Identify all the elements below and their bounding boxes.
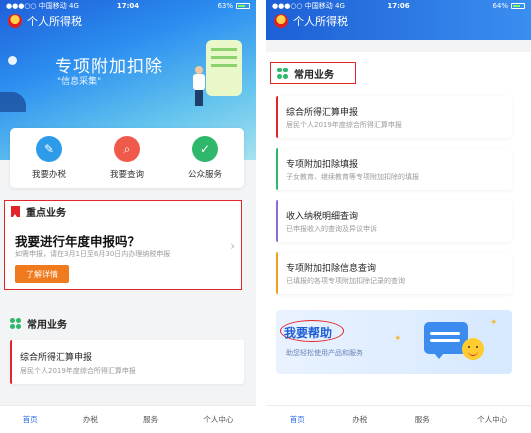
- business-item-title: 收入纳税明细查询: [286, 212, 359, 222]
- left-phone-screen: 专项附加扣除 "信息采集" ●●●○○ 中国移动 4G 17:04 63% 个人…: [0, 0, 256, 433]
- key-business-heading: 重点业务: [26, 208, 66, 219]
- tab-2[interactable]: 办税: [83, 414, 98, 425]
- person-illustration-icon: [192, 66, 206, 106]
- quick-action-label: 我要办税: [31, 170, 66, 180]
- business-item[interactable]: 综合所得汇算申报居民个人2019年度综合所得汇算申报: [10, 340, 244, 384]
- decor-dot: [8, 56, 17, 65]
- business-item-subtitle: 已申报收入的查询及异议申诉: [286, 225, 377, 233]
- tax-emblem-icon: [8, 14, 22, 28]
- tab-1[interactable]: 首页: [23, 414, 38, 425]
- status-time: 17:06: [387, 1, 410, 10]
- hero-subtitle: "信息采集": [57, 77, 102, 87]
- tab-1[interactable]: 首页: [290, 414, 305, 425]
- right-phone-screen: ●●●○○ 中国移动 4G 17:06 64% 个人所得税 常用业务 综合所得汇…: [266, 0, 531, 433]
- accent-bar: [276, 252, 278, 294]
- tab-4[interactable]: 个人中心: [203, 414, 233, 425]
- annual-filing-question: 我要进行年度申报吗？: [15, 234, 141, 249]
- help-banner[interactable]: 我要帮助 助您轻松使用产品和服务 ✦ ✦: [276, 310, 512, 374]
- help-title: 我要帮助: [284, 326, 333, 340]
- accent-bar: [276, 148, 278, 190]
- business-item[interactable]: 专项附加扣除填报子女教育、继续教育等专项附加扣除的填报: [276, 148, 512, 190]
- business-item-title: 综合所得汇算申报: [20, 353, 93, 363]
- status-bar: ●●●○○ 中国移动 4G 17:04 63%: [0, 0, 256, 11]
- common-business-heading-label: 常用业务: [294, 69, 334, 81]
- learn-more-button[interactable]: 了解详情: [15, 265, 69, 283]
- business-item-subtitle: 已填报的各项专项附加扣除记录的查询: [286, 277, 405, 285]
- tab-3[interactable]: 服务: [415, 414, 430, 425]
- battery-icon: [511, 2, 525, 9]
- decor-plant-icon: [0, 92, 26, 112]
- tab-bar: 首页 办税 服务 个人中心: [0, 405, 256, 433]
- common-business-heading: 常用业务: [270, 62, 356, 84]
- accent-bar: [276, 96, 278, 138]
- quick-action-1[interactable]: ✎ 我要办税: [19, 136, 79, 180]
- business-item-title: 综合所得汇算申报: [286, 108, 359, 118]
- four-dots-icon: [277, 67, 288, 79]
- accent-bar: [276, 200, 278, 242]
- status-bar: ●●●○○ 中国移动 4G 17:06 64%: [266, 0, 531, 11]
- key-business-panel[interactable]: 重点业务 我要进行年度申报吗？ 如需申报，请在3月1日至6月30日内办理纳税申报…: [4, 200, 242, 290]
- status-time: 17:04: [116, 1, 140, 10]
- tab-2[interactable]: 办税: [352, 414, 367, 425]
- common-business-heading-label: 常用业务: [27, 320, 67, 331]
- business-item-subtitle: 子女教育、继续教育等专项附加扣除的填报: [286, 173, 419, 181]
- sparkle-icon: ✦: [394, 334, 402, 344]
- divider: [256, 0, 266, 433]
- battery-icon: [236, 2, 250, 9]
- tab-4[interactable]: 个人中心: [477, 414, 507, 425]
- quick-action-3[interactable]: ✓ 公众服务: [175, 136, 235, 180]
- chevron-right-icon[interactable]: ›: [230, 239, 235, 253]
- business-item[interactable]: 专项附加扣除信息查询已填报的各项专项附加扣除记录的查询: [276, 252, 512, 294]
- tab-3[interactable]: 服务: [143, 414, 158, 425]
- business-item-title: 专项附加扣除填报: [286, 160, 359, 170]
- app-title: 个人所得税: [293, 15, 348, 28]
- pencil-icon: ✎: [36, 136, 62, 162]
- app-header: 个人所得税: [0, 11, 256, 31]
- business-item-subtitle: 居民个人2019年度综合所得汇算申报: [20, 367, 136, 375]
- app-header: 个人所得税: [266, 11, 531, 31]
- service-icon: ✓: [192, 136, 218, 162]
- tax-emblem-icon: [274, 14, 288, 28]
- tab-bar: 首页 办税 服务 个人中心: [266, 405, 531, 433]
- accent-bar: [10, 340, 12, 384]
- four-dots-icon: [10, 318, 21, 329]
- business-item[interactable]: 收入纳税明细查询已申报收入的查询及异议申诉: [276, 200, 512, 242]
- phone-illustration-icon: [206, 40, 242, 96]
- annual-filing-note: 如需申报，请在3月1日至6月30日内办理纳税申报: [15, 250, 171, 258]
- quick-action-label: 我要查询: [109, 170, 144, 180]
- common-business-heading: 常用业务: [10, 316, 67, 331]
- quick-action-label: 公众服务: [187, 170, 222, 180]
- help-subtitle: 助您轻松使用产品和服务: [286, 349, 363, 357]
- business-item[interactable]: 综合所得汇算申报居民个人2019年度综合所得汇算申报: [276, 96, 512, 138]
- app-title: 个人所得税: [27, 15, 82, 28]
- ribbon-icon: [11, 206, 20, 217]
- business-item-subtitle: 居民个人2019年度综合所得汇算申报: [286, 121, 402, 129]
- sparkle-icon: ✦: [490, 318, 498, 328]
- quick-action-2[interactable]: ⌕ 我要查询: [97, 136, 157, 180]
- business-item-title: 专项附加扣除信息查询: [286, 264, 377, 274]
- search-icon: ⌕: [114, 136, 140, 162]
- quick-actions: ✎ 我要办税 ⌕ 我要查询 ✓ 公众服务: [10, 128, 244, 188]
- smiley-icon: [462, 338, 484, 360]
